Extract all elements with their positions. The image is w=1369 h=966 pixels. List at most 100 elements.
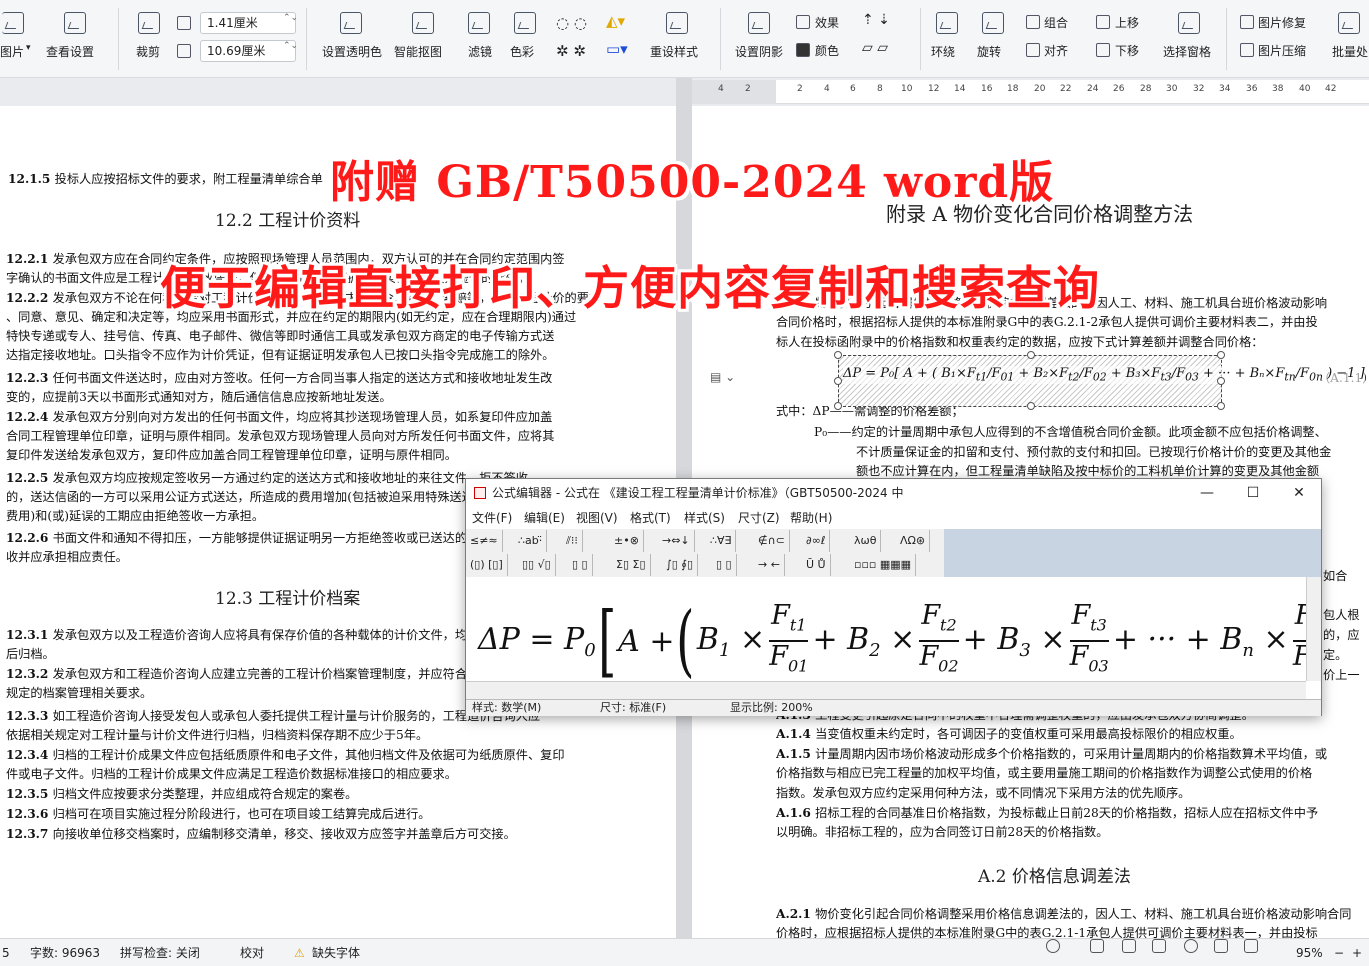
palette-logic[interactable]: ∴∀∃ xyxy=(710,530,737,552)
bring-forward-button[interactable]: 上移 xyxy=(1115,14,1139,31)
missing-font[interactable]: 缺失字体 xyxy=(312,939,360,966)
align-button[interactable]: 对齐 xyxy=(1044,42,1068,59)
template-fences[interactable]: (▯) [▯] xyxy=(470,554,508,576)
close-button[interactable]: ✕ xyxy=(1276,479,1322,507)
shadow-move-icon[interactable]: ▱ ▱ xyxy=(862,40,888,56)
effect-button[interactable]: 效果 xyxy=(815,14,839,31)
palette-greek-upper[interactable]: ΛΩ⊛ xyxy=(900,530,931,552)
status-zoom[interactable]: 显示比例: 200% xyxy=(730,700,813,716)
palette-operators[interactable]: ±•⊗ xyxy=(614,530,644,552)
rotate-button[interactable]: 旋转 xyxy=(977,43,1001,60)
minimize-button[interactable]: — xyxy=(1184,479,1230,507)
set-transparent-button[interactable]: 设置透明色 xyxy=(322,43,382,60)
set-transparent-icon[interactable] xyxy=(340,12,362,34)
crop-button[interactable]: 裁剪 xyxy=(136,43,160,60)
status-size[interactable]: 尺寸: 标准(F) xyxy=(600,700,666,716)
resize-handle[interactable] xyxy=(834,377,842,385)
palette-greek-lower[interactable]: λωθ xyxy=(854,530,882,552)
equation-canvas[interactable]: ΔP = P0[ A +( B1 × Ft1 F01 + B2 × Ft2 F02 + … xyxy=(466,577,1306,681)
color-icon[interactable] xyxy=(514,12,536,34)
resize-handle[interactable] xyxy=(834,351,842,359)
fill-color-icon[interactable]: ◭▾ xyxy=(606,12,625,30)
menu-file[interactable]: 文件(F) xyxy=(472,507,512,529)
zoom-in-button[interactable]: + xyxy=(1352,939,1362,966)
page-view-icon[interactable] xyxy=(1090,939,1104,953)
read-mode-icon[interactable] xyxy=(1152,939,1166,953)
status-style[interactable]: 样式: 数学(M) xyxy=(472,700,541,716)
batch-button[interactable]: 批量处 xyxy=(1332,43,1368,60)
image-compress-button[interactable]: 图片压缩 xyxy=(1258,42,1306,59)
palette-arrows[interactable]: →⇔↓ xyxy=(662,530,695,552)
template-scripts[interactable]: ▯ ▯ xyxy=(572,554,593,576)
view-settings-icon[interactable] xyxy=(64,12,86,34)
palette-embellish[interactable]: ⫽⁝⁝ xyxy=(566,530,583,552)
selection-pane-icon[interactable] xyxy=(1178,12,1200,34)
picture-icon[interactable] xyxy=(2,12,24,34)
eye-protect-icon[interactable] xyxy=(1046,939,1060,953)
menu-size[interactable]: 尺寸(Z) xyxy=(738,507,780,529)
template-matrices[interactable]: ▫▫▫ ▦▦▦ xyxy=(854,554,917,576)
color2-button[interactable]: 颜色 xyxy=(815,42,839,59)
resize-handle[interactable] xyxy=(1217,351,1225,359)
equation-object[interactable]: ΔP = P₀[ A + ( B₁×Ft1/F01 + B₂×Ft2/F02 +… xyxy=(834,351,1365,410)
brightness-icon[interactable]: ◌ ◌ xyxy=(556,14,587,32)
view-settings-button[interactable]: 查看设置 xyxy=(46,43,94,60)
resize-handle[interactable] xyxy=(1027,402,1035,410)
wrap-icon[interactable] xyxy=(936,12,958,34)
resize-handle[interactable] xyxy=(1217,402,1225,410)
palette-spaces[interactable]: ∴ab·̈ xyxy=(518,530,548,552)
page-number[interactable]: 5 xyxy=(2,939,10,966)
menu-style[interactable]: 样式(S) xyxy=(684,507,725,529)
word-count[interactable]: 字数: 96963 xyxy=(30,939,100,966)
batch-icon[interactable] xyxy=(1338,12,1360,34)
picture-button[interactable]: 图片 xyxy=(0,43,24,60)
zoom-level[interactable]: 95% xyxy=(1296,939,1323,966)
menu-format[interactable]: 格式(T) xyxy=(630,507,671,529)
color-button[interactable]: 色彩 xyxy=(510,43,534,60)
write-mode-icon[interactable] xyxy=(1214,939,1228,953)
contrast-icon[interactable]: ✲ ✲ xyxy=(556,42,586,60)
outline-view-icon[interactable] xyxy=(1122,939,1136,953)
vertical-scrollbar[interactable] xyxy=(1306,577,1321,681)
dialog-titlebar[interactable]: 公式编辑器 - 公式在 《建设工程工程量清单计价标准》（GBT50500-202… xyxy=(466,479,1321,507)
zoom-out-button[interactable]: − xyxy=(1334,939,1344,966)
resize-handle[interactable] xyxy=(834,402,842,410)
horizontal-ruler[interactable]: 4 2 2 4 6 8 10 12 14 16 18 20 22 24 26 2… xyxy=(692,80,1369,104)
menu-edit[interactable]: 编辑(E) xyxy=(524,507,565,529)
palette-misc[interactable]: ∂∞ℓ xyxy=(806,530,831,552)
smart-cutout-button[interactable]: 智能抠图 xyxy=(394,43,442,60)
filter-button[interactable]: 滤镜 xyxy=(468,43,492,60)
filter-icon[interactable] xyxy=(468,12,490,34)
template-bars[interactable]: ▯ ▯ xyxy=(716,554,737,576)
proofread[interactable]: 校对 xyxy=(240,939,264,966)
border-color-icon[interactable]: ▭▾ xyxy=(606,40,628,58)
wrap-button[interactable]: 环绕 xyxy=(931,43,955,60)
template-sums[interactable]: Σ▯ Σ▯ xyxy=(616,554,651,576)
menu-help[interactable]: 帮助(H) xyxy=(790,507,832,529)
smart-cutout-icon[interactable] xyxy=(412,12,434,34)
shadow-icon[interactable] xyxy=(748,12,770,34)
resize-handle[interactable] xyxy=(1027,351,1035,359)
menu-view[interactable]: 视图(V) xyxy=(576,507,618,529)
template-arrows[interactable]: → ← xyxy=(758,554,785,576)
template-fractions[interactable]: ▯▯ √▯ xyxy=(522,554,556,576)
equation-editor-dialog[interactable]: 公式编辑器 - 公式在 《建设工程工程量清单计价标准》（GBT50500-202… xyxy=(465,478,1322,716)
rotate-icon[interactable] xyxy=(982,12,1004,34)
template-products[interactable]: Ū Ů xyxy=(806,554,831,576)
selection-pane-button[interactable]: 选择窗格 xyxy=(1163,43,1211,60)
reset-style-button[interactable]: 重设样式 xyxy=(650,43,698,60)
template-integrals[interactable]: ∫▯ ∮▯ xyxy=(666,554,699,576)
size-up-icon[interactable]: ⇡ ⇣ xyxy=(862,12,890,28)
maximize-button[interactable]: ☐ xyxy=(1230,479,1276,507)
width-input[interactable]: 1.41厘米 xyxy=(200,12,296,34)
horizontal-scrollbar[interactable] xyxy=(466,681,1306,699)
layout-options-icon[interactable]: ▤ ⌄ xyxy=(710,370,735,384)
height-input[interactable]: 10.69厘米 xyxy=(200,40,296,62)
reset-style-icon[interactable] xyxy=(666,12,688,34)
group-button[interactable]: 组合 xyxy=(1044,14,1068,31)
palette-sets[interactable]: ∉∩⊂ xyxy=(758,530,790,552)
shadow-button[interactable]: 设置阴影 xyxy=(735,43,783,60)
resize-handle[interactable] xyxy=(1217,377,1225,385)
send-backward-button[interactable]: 下移 xyxy=(1115,42,1139,59)
web-view-icon[interactable] xyxy=(1184,939,1198,953)
